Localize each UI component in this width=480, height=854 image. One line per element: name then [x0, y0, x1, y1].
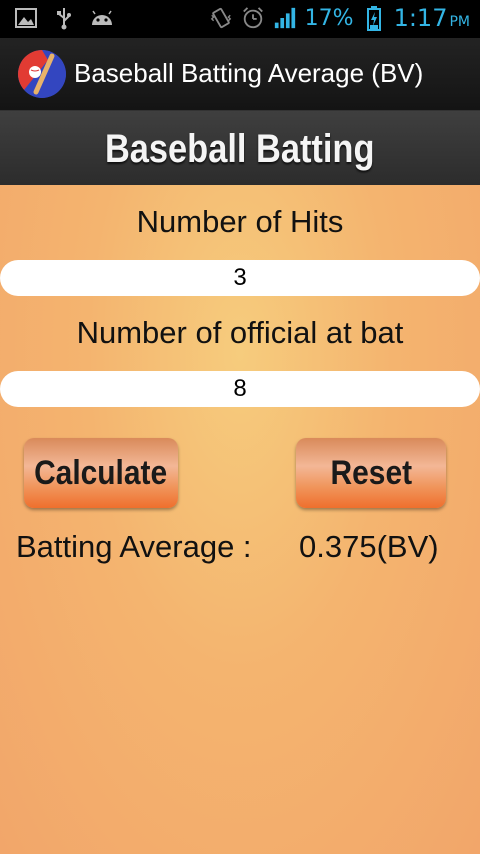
result-value: 0.375(BV) [299, 529, 439, 564]
calculate-button[interactable]: Calculate [24, 438, 178, 508]
at-bat-input[interactable]: 8 [0, 371, 480, 407]
header-banner: Baseball Batting [0, 111, 480, 185]
signal-icon [273, 6, 297, 30]
image-icon [14, 6, 38, 30]
vibrate-icon [209, 6, 233, 30]
clock: 1:17 PM [394, 4, 470, 32]
app-logo-icon[interactable] [18, 50, 66, 98]
status-bar: 17% 1:17 PM [0, 0, 480, 38]
usb-icon [52, 6, 76, 30]
battery-icon [362, 6, 386, 31]
result-label: Batting Average : [16, 529, 252, 564]
app-title: Baseball Batting Average (BV) [74, 58, 424, 88]
status-system: 17% 1:17 PM [209, 4, 470, 32]
reset-button[interactable]: Reset [296, 438, 446, 508]
status-notifications [14, 6, 114, 30]
alarm-icon [241, 6, 265, 30]
clock-time: 1:17 [393, 4, 448, 32]
battery-percent: 17% [304, 5, 354, 31]
banner-title: Baseball Batting [105, 127, 375, 171]
clock-ampm: PM [449, 14, 470, 30]
action-bar: Baseball Batting Average (BV) [0, 38, 480, 111]
at-bat-label: Number of official at bat [76, 315, 404, 350]
android-icon [90, 6, 114, 30]
hits-label: Number of Hits [136, 204, 344, 239]
main-content: Number of Hits 3 Number of official at b… [0, 185, 480, 854]
calculate-button-label: Calculate [34, 453, 168, 492]
hits-input[interactable]: 3 [0, 260, 480, 296]
reset-button-label: Reset [330, 453, 412, 492]
